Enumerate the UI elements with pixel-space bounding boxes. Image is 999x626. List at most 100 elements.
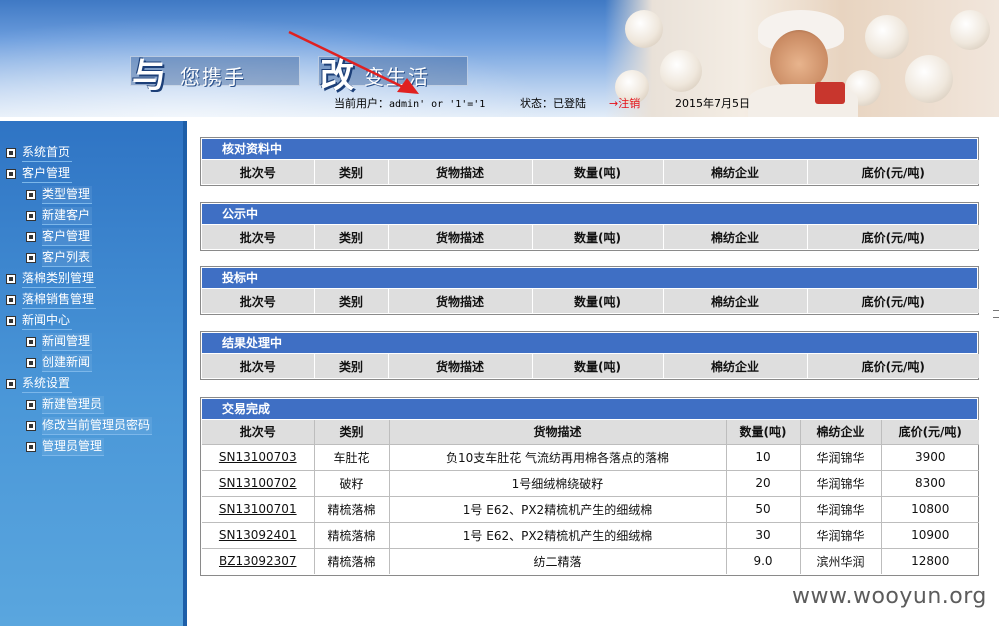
batch-link[interactable]: SN13100701 bbox=[219, 502, 297, 516]
description-cell: 负10支车肚花 气流纺再用棉各落点的落棉 bbox=[388, 443, 726, 470]
completed-table: 批次号 类别 货物描述 数量(吨) 棉纺企业 底价(元/吨) SN1310070… bbox=[202, 420, 979, 574]
sidebar-item-label: 客户列表 bbox=[42, 248, 93, 267]
sidebar-item-new-admin[interactable]: 新建管理员 bbox=[26, 395, 105, 414]
sidebar-item-admin-management[interactable]: 管理员管理 bbox=[26, 437, 105, 456]
section-table: 批次号 类别 货物描述 数量(吨) 棉纺企业 底价(元/吨) bbox=[202, 160, 979, 184]
expand-box-icon bbox=[26, 441, 36, 452]
sidebar-item-new-customer[interactable]: 新建客户 bbox=[26, 206, 93, 225]
sidebar-item-change-password[interactable]: 修改当前管理员密码 bbox=[26, 416, 153, 435]
expand-box-icon bbox=[26, 420, 36, 431]
col-quantity: 数量(吨) bbox=[725, 420, 800, 444]
current-date: 2015年7月5日 bbox=[675, 97, 750, 110]
description-cell: 1号 E62、PX2精梳机产生的细绒棉 bbox=[388, 521, 726, 548]
sidebar-item-customer-management[interactable]: 客户管理 bbox=[26, 227, 93, 246]
sidebar-item-label: 管理员管理 bbox=[42, 437, 105, 456]
expand-box-icon bbox=[6, 315, 16, 326]
sidebar-item-cotton-sales[interactable]: 落棉销售管理 bbox=[6, 291, 97, 309]
sidebar-item-news-management[interactable]: 新闻管理 bbox=[26, 332, 93, 351]
watermark: www.wooyun.org bbox=[792, 584, 987, 609]
expand-box-icon bbox=[6, 294, 16, 305]
sidebar-item-label: 修改当前管理员密码 bbox=[42, 416, 153, 435]
category-cell: 精梳落棉 bbox=[313, 495, 389, 522]
col-quantity: 数量(吨) bbox=[531, 354, 663, 378]
col-description: 货物描述 bbox=[388, 420, 726, 444]
col-price: 底价(元/吨) bbox=[880, 420, 979, 444]
section-title: 交易完成 bbox=[202, 399, 977, 419]
col-price: 底价(元/吨) bbox=[806, 354, 979, 378]
sidebar-item-cotton-category[interactable]: 落棉类别管理 bbox=[6, 270, 97, 288]
slogan-char: 与 bbox=[132, 56, 166, 96]
sidebar-edge bbox=[183, 121, 187, 626]
red-arrow-annotation bbox=[288, 30, 419, 94]
category-cell: 精梳落棉 bbox=[313, 547, 389, 574]
quantity-cell: 20 bbox=[725, 469, 800, 496]
quantity-cell: 9.0 bbox=[725, 547, 800, 574]
spool-decoration bbox=[950, 10, 990, 50]
section-table: 批次号 类别 货物描述 数量(吨) 棉纺企业 底价(元/吨) bbox=[202, 354, 979, 378]
sidebar-item-label: 系统首页 bbox=[22, 144, 73, 162]
batch-link[interactable]: BZ13092307 bbox=[219, 554, 297, 568]
batch-cell: SN13100703 bbox=[202, 443, 314, 470]
sidebar-item-label: 客户管理 bbox=[22, 165, 73, 183]
section-completed: 交易完成 批次号 类别 货物描述 数量(吨) 棉纺企业 底价(元/吨) SN13… bbox=[200, 397, 979, 576]
worker-figure bbox=[815, 82, 845, 104]
scrollbar-grip[interactable] bbox=[993, 310, 999, 318]
sidebar-item-label: 新闻中心 bbox=[22, 312, 73, 330]
price-cell: 10800 bbox=[880, 495, 979, 522]
logout-area: →注销 bbox=[609, 95, 640, 111]
price-cell: 12800 bbox=[880, 547, 979, 574]
table-header-row: 批次号 类别 货物描述 数量(吨) 棉纺企业 底价(元/吨) bbox=[202, 420, 979, 444]
expand-box-icon bbox=[6, 168, 16, 179]
table-row: SN13100702 破籽 1号细绒棉绕破籽 20 华润锦华 8300 bbox=[202, 469, 979, 496]
login-status: 状态：已登陆 bbox=[520, 97, 586, 110]
col-description: 货物描述 bbox=[387, 160, 532, 184]
spool-decoration bbox=[865, 15, 909, 59]
logout-link[interactable]: 注销 bbox=[618, 97, 640, 110]
table-header-row: 批次号 类别 货物描述 数量(吨) 棉纺企业 底价(元/吨) bbox=[202, 354, 979, 378]
col-batch: 批次号 bbox=[202, 160, 314, 184]
sidebar-item-label: 新建客户 bbox=[42, 206, 93, 225]
col-company: 棉纺企业 bbox=[662, 225, 807, 249]
sidebar-item-home[interactable]: 系统首页 bbox=[6, 144, 73, 162]
price-cell: 8300 bbox=[880, 469, 979, 496]
company-cell: 华润锦华 bbox=[799, 521, 881, 548]
section-title: 投标中 bbox=[202, 268, 977, 288]
sidebar-item-news-center[interactable]: 新闻中心 bbox=[6, 312, 73, 330]
table-header-row: 批次号 类别 货物描述 数量(吨) 棉纺企业 底价(元/吨) bbox=[202, 289, 979, 313]
sidebar-item-type-management[interactable]: 类型管理 bbox=[26, 185, 93, 204]
sidebar-item-label: 新建管理员 bbox=[42, 395, 105, 414]
header-banner: 与 您携手 改 变生活 当前用户：admin' or '1'='1 状态：已登陆… bbox=[0, 0, 999, 117]
current-user-label: 当前用户： bbox=[334, 97, 389, 110]
description-cell: 纺二精落 bbox=[388, 547, 726, 574]
expand-box-icon bbox=[26, 252, 36, 263]
batch-link[interactable]: SN13100702 bbox=[219, 476, 297, 490]
current-user-info: 当前用户：admin' or '1'='1 bbox=[334, 95, 485, 111]
col-quantity: 数量(吨) bbox=[531, 160, 663, 184]
sidebar-item-create-news[interactable]: 创建新闻 bbox=[26, 353, 93, 372]
expand-box-icon bbox=[26, 189, 36, 200]
current-user-value: admin' or '1'='1 bbox=[389, 99, 486, 110]
col-category: 类别 bbox=[313, 160, 388, 184]
sidebar-item-customer-list[interactable]: 客户列表 bbox=[26, 248, 93, 267]
quantity-cell: 30 bbox=[725, 521, 800, 548]
table-row: BZ13092307 精梳落棉 纺二精落 9.0 滨州华润 12800 bbox=[202, 547, 979, 574]
sidebar-menu: 系统首页 客户管理 类型管理 新建客户 客户管理 客户列表 落棉类别管理 落棉销… bbox=[0, 121, 187, 626]
expand-box-icon bbox=[6, 147, 16, 158]
table-header-row: 批次号 类别 货物描述 数量(吨) 棉纺企业 底价(元/吨) bbox=[202, 225, 979, 249]
col-description: 货物描述 bbox=[387, 225, 532, 249]
spool-decoration bbox=[625, 10, 663, 48]
company-cell: 滨州华润 bbox=[799, 547, 881, 574]
batch-link[interactable]: SN13092401 bbox=[219, 528, 297, 542]
sidebar-item-label: 落棉销售管理 bbox=[22, 291, 97, 309]
slogan-text: 您携手 bbox=[180, 65, 246, 89]
batch-link[interactable]: SN13100703 bbox=[219, 450, 297, 464]
expand-box-icon bbox=[26, 210, 36, 221]
sidebar-item-label: 类型管理 bbox=[42, 185, 93, 204]
col-category: 类别 bbox=[313, 225, 388, 249]
table-row: SN13092401 精梳落棉 1号 E62、PX2精梳机产生的细绒棉 30 华… bbox=[202, 521, 979, 548]
sidebar-item-customers[interactable]: 客户管理 bbox=[6, 165, 73, 183]
col-batch: 批次号 bbox=[202, 420, 314, 444]
col-company: 棉纺企业 bbox=[662, 289, 807, 313]
sidebar-item-system-settings[interactable]: 系统设置 bbox=[6, 375, 73, 393]
batch-cell: BZ13092307 bbox=[202, 547, 314, 574]
